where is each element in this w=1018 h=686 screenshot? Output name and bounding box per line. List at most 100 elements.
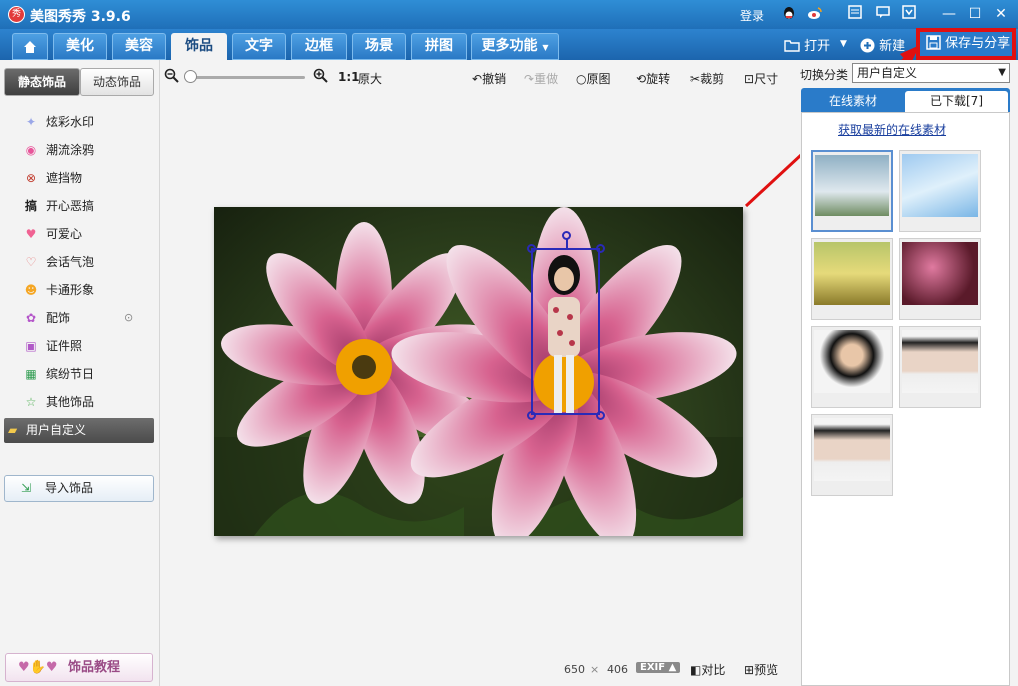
category-label: 其他饰品 [46, 395, 95, 409]
rotate-button[interactable]: ⟲旋转 [636, 70, 670, 87]
expand-icon[interactable]: ⊙ [124, 307, 133, 329]
zoom-in-icon[interactable] [313, 68, 328, 86]
tutorial-button[interactable]: ♥✋♥ 饰品教程 [5, 653, 153, 682]
category-item[interactable]: ♡ 会话气泡 [22, 251, 94, 273]
skin-icon[interactable] [846, 5, 864, 23]
tab-online-materials[interactable]: 在线素材 [801, 91, 905, 112]
category-item[interactable]: ✿ 配饰 ⊙ [22, 307, 142, 329]
resize-handle[interactable] [527, 411, 536, 420]
tab-beautify[interactable]: 美化 [53, 33, 107, 60]
folder-add-icon: ▰ [8, 423, 18, 437]
material-thumbnail[interactable] [899, 150, 981, 232]
compare-button[interactable]: ◧对比 [690, 661, 725, 678]
original-image-button[interactable]: ○原图 [576, 70, 611, 87]
category-item[interactable]: ☆ 其他饰品 [22, 391, 94, 413]
category-select[interactable]: 用户自定义 ▼ [852, 63, 1010, 83]
category-label: 炫彩水印 [46, 115, 95, 129]
hand-heart-icon: ♥✋♥ [18, 660, 58, 675]
material-thumbnail[interactable] [899, 238, 981, 320]
original-label: 原图 [586, 72, 611, 86]
close-button[interactable]: ✕ [990, 4, 1012, 24]
tab-static-accessories[interactable]: 静态饰品 [4, 68, 80, 96]
undo-button[interactable]: ↶撤销 [472, 70, 506, 87]
tab-frame[interactable]: 边框 [291, 33, 347, 60]
get-latest-link[interactable]: 获取最新的在线素材 [838, 121, 946, 138]
undo-icon: ↶ [472, 72, 483, 86]
category-item[interactable]: ◉ 潮流涂鸦 [22, 139, 94, 161]
resize-handle[interactable] [527, 244, 536, 253]
title-bar: 秀 美图秀秀 3.9.6 登录 — ☐ ✕ [0, 0, 1018, 29]
qq-icon[interactable] [780, 5, 798, 23]
compare-label: 对比 [701, 663, 726, 677]
category-item[interactable]: ✦ 炫彩水印 [22, 111, 94, 133]
resize-icon: ⊡ [744, 72, 755, 86]
crop-button[interactable]: ✂裁剪 [690, 70, 724, 87]
left-panel: 静态饰品 动态饰品 ✦ 炫彩水印 ◉ 潮流涂鸦 ⊗ 遮挡物 搞开心恶搞 ♥ 可爱心 ♡ 会… [0, 60, 160, 686]
tab-dynamic-accessories[interactable]: 动态饰品 [80, 68, 154, 96]
tab-collage[interactable]: 拼图 [411, 33, 467, 60]
zoom-slider-track[interactable] [185, 76, 305, 79]
category-item[interactable]: ▣ 证件照 [22, 335, 82, 357]
preview-button[interactable]: ⊞预览 [744, 661, 778, 678]
zoom-ratio[interactable]: 1:1 [338, 70, 360, 84]
material-thumbnail[interactable] [899, 326, 981, 408]
save-share-label: 保存与分享 [945, 36, 1011, 51]
tab-scene[interactable]: 场景 [352, 33, 406, 60]
dimension-separator: × [590, 663, 600, 676]
heart-icon: ♥ [25, 227, 37, 241]
material-thumbnail[interactable] [811, 326, 893, 408]
weibo-icon[interactable] [806, 5, 824, 23]
image-canvas[interactable] [214, 207, 743, 536]
message-icon[interactable] [874, 5, 892, 23]
login-link[interactable]: 登录 [740, 7, 764, 24]
category-item[interactable]: ♥ 可爱心 [22, 223, 82, 245]
original-size-button[interactable]: 原大 [358, 70, 382, 87]
category-item[interactable]: 搞开心恶搞 [22, 195, 94, 217]
save-share-button[interactable]: 保存与分享 [916, 28, 1016, 60]
more-features-tab[interactable]: 更多功能 ▼ [471, 33, 559, 60]
category-label: 会话气泡 [46, 255, 95, 269]
import-accessory-button[interactable]: ⇲ 导入饰品 [4, 475, 154, 502]
tab-downloaded[interactable]: 已下载[7] [905, 91, 1008, 112]
more-features-label: 更多功能 [481, 38, 538, 54]
scissors-icon: ✂ [690, 72, 701, 86]
tutorial-label: 饰品教程 [68, 660, 121, 675]
home-tab[interactable] [12, 33, 48, 60]
redo-button[interactable]: ↷重做 [524, 70, 558, 87]
zoom-slider-handle[interactable] [184, 70, 197, 83]
resize-handle[interactable] [596, 411, 605, 420]
resize-label: 尺寸 [754, 72, 779, 86]
exif-label: EXIF [640, 662, 666, 673]
category-label: 缤纷节日 [46, 367, 95, 381]
category-label: 可爱心 [46, 227, 83, 241]
category-custom[interactable]: ▰ 用户自定义 [4, 418, 154, 443]
material-thumbnail[interactable] [811, 414, 893, 496]
tab-accessories[interactable]: 饰品 [171, 33, 227, 60]
rotate-label: 旋转 [646, 72, 671, 86]
sticker-selection-box[interactable] [531, 248, 600, 415]
sparkle-icon: ✦ [25, 115, 37, 129]
resize-button[interactable]: ⊡尺寸 [744, 70, 778, 87]
material-thumbnail[interactable] [811, 238, 893, 320]
chevron-down-icon: ▼ [998, 67, 1006, 78]
redo-icon: ↷ [524, 72, 535, 86]
app-title: 美图秀秀 3.9.6 [30, 9, 131, 25]
image-height: 406 [607, 663, 628, 676]
exif-button[interactable]: EXIF ▲ [636, 662, 681, 673]
menu-icon[interactable] [900, 5, 918, 23]
tab-text[interactable]: 文字 [232, 33, 286, 60]
funny-icon: 搞 [24, 199, 37, 213]
category-item[interactable]: ▦ 缤纷节日 [22, 363, 94, 385]
block-icon: ⊗ [25, 171, 37, 185]
minimize-button[interactable]: — [938, 4, 960, 24]
resize-handle[interactable] [596, 244, 605, 253]
zoom-out-icon[interactable] [164, 68, 179, 86]
material-thumbnail[interactable] [811, 150, 893, 232]
lips-icon: ◉ [25, 143, 37, 157]
preview-icon: ⊞ [744, 663, 755, 677]
tab-makeup[interactable]: 美容 [112, 33, 166, 60]
category-item[interactable]: ☻ 卡通形象 [22, 279, 94, 301]
bow-icon: ✿ [25, 311, 37, 325]
maximize-button[interactable]: ☐ [964, 4, 986, 24]
category-item[interactable]: ⊗ 遮挡物 [22, 167, 82, 189]
